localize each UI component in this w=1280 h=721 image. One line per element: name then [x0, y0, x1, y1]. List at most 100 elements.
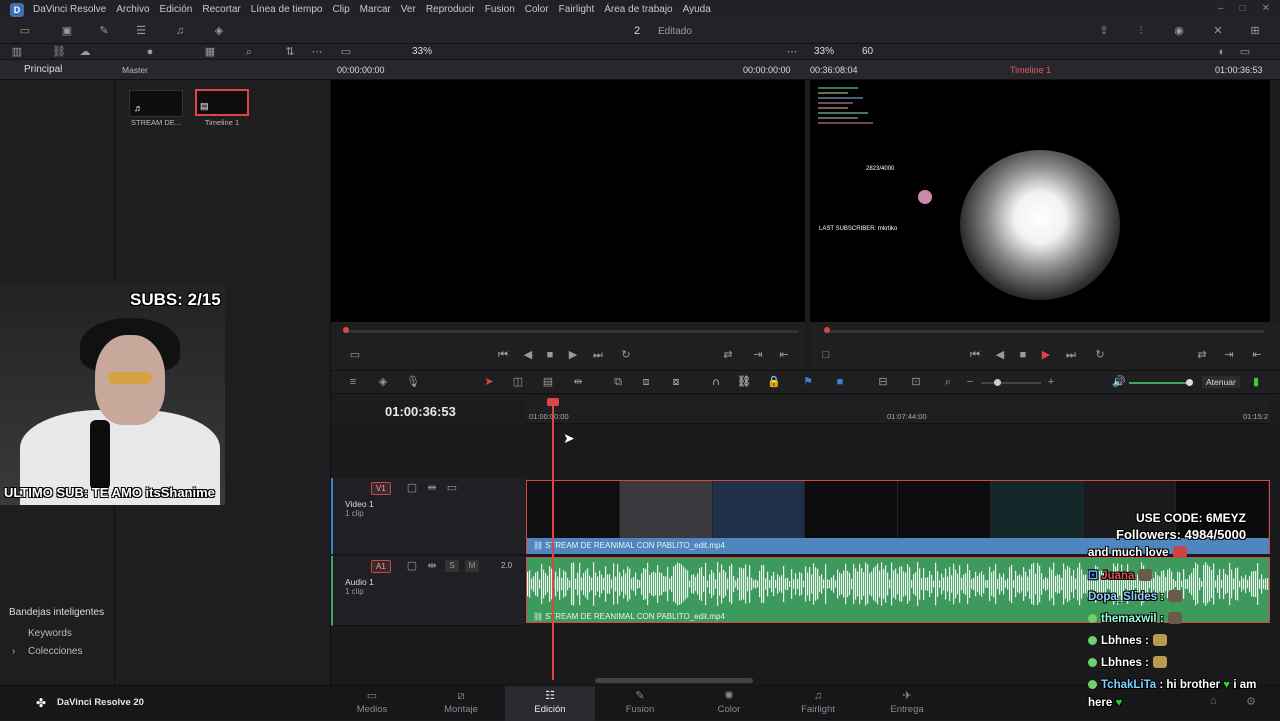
- cloud-icon[interactable]: ☁: [78, 46, 92, 58]
- audio-meter-icon[interactable]: ▮: [1249, 376, 1263, 388]
- close-icon[interactable]: ✕: [1262, 3, 1270, 14]
- insert-clip-icon[interactable]: ⧉: [611, 376, 625, 388]
- page-fairlight[interactable]: ♫ Fairlight: [773, 686, 863, 721]
- timeline-scrollbar[interactable]: [595, 678, 753, 683]
- full-zoom-icon[interactable]: ⊟: [876, 376, 890, 388]
- auto-select-icon[interactable]: ⇹: [425, 560, 439, 572]
- stop-icon[interactable]: ■: [543, 349, 557, 361]
- track-name[interactable]: Audio 1: [345, 577, 374, 587]
- viewer-mode-icon[interactable]: ▭: [348, 349, 362, 361]
- menu-ayuda[interactable]: Ayuda: [683, 4, 711, 15]
- edit-index-icon[interactable]: ✎: [97, 25, 111, 37]
- search-icon[interactable]: ⌕: [242, 46, 256, 58]
- flag-icon[interactable]: ⚑: [801, 376, 815, 388]
- menu-archivo[interactable]: Archivo: [116, 4, 149, 15]
- home-icon[interactable]: ⌂: [1210, 695, 1217, 707]
- voiceover-icon[interactable]: 🎙: [406, 376, 420, 388]
- timeline-scrub-bar[interactable]: [824, 330, 1264, 333]
- timeline-ruler[interactable]: 01:00:00:00 01:07:44:00 01:15:2: [525, 396, 1270, 424]
- smart-bin-colecciones[interactable]: Colecciones: [28, 646, 82, 657]
- timeline-selector[interactable]: Timeline 1: [1010, 65, 1051, 75]
- media-pool-icon[interactable]: ▭: [18, 25, 32, 37]
- track-visible-icon[interactable]: ▭: [445, 482, 459, 494]
- snapping-icon[interactable]: ∩: [709, 376, 723, 388]
- metadata-icon[interactable]: ◉: [1172, 25, 1186, 37]
- volume-slider-handle[interactable]: [1186, 379, 1193, 386]
- source-scrub-bar[interactable]: [343, 330, 798, 333]
- zoom-in-icon[interactable]: +: [1044, 376, 1058, 388]
- page-fusion[interactable]: ✎ Fusion: [595, 686, 685, 721]
- inspector-icon[interactable]: ◈: [212, 25, 226, 37]
- list-icon[interactable]: ☰: [134, 25, 148, 37]
- smart-bin-keywords[interactable]: Keywords: [28, 628, 72, 639]
- match-frame-icon[interactable]: ⇄: [1195, 349, 1209, 361]
- forward-end-icon[interactable]: ⏭: [591, 349, 605, 361]
- source-playhead[interactable]: [343, 327, 349, 333]
- play-reverse-icon[interactable]: ◀: [993, 349, 1007, 361]
- mark-in-icon[interactable]: ⇥: [751, 349, 765, 361]
- menu-color[interactable]: Color: [525, 4, 549, 15]
- link-icon[interactable]: ⛓: [52, 46, 66, 58]
- mark-out-icon[interactable]: ⇤: [777, 349, 791, 361]
- grid-view-icon[interactable]: ▦: [203, 46, 217, 58]
- rewind-start-icon[interactable]: ⏮: [496, 349, 510, 361]
- settings-icon[interactable]: ⚙: [1246, 695, 1256, 708]
- auto-select-icon[interactable]: ⇹: [425, 482, 439, 494]
- forward-end-icon[interactable]: ⏭: [1064, 349, 1078, 361]
- mixer-icon[interactable]: ⫶: [1134, 25, 1148, 37]
- replace-clip-icon[interactable]: ⧇: [669, 376, 683, 388]
- track-tag-v1[interactable]: V1: [371, 482, 391, 495]
- stop-icon[interactable]: ■: [1016, 349, 1030, 361]
- sound-library-icon[interactable]: ♫: [173, 25, 187, 37]
- inspector-panel-icon[interactable]: ⊞: [1248, 25, 1262, 37]
- dynamic-trim-icon[interactable]: ▤: [541, 376, 555, 388]
- zoom-slider-handle[interactable]: [994, 379, 1001, 386]
- overlay-icon[interactable]: ◈: [376, 376, 390, 388]
- linked-selection-icon[interactable]: ⛓: [737, 376, 751, 388]
- mute-icon[interactable]: M: [465, 560, 479, 572]
- custom-zoom-icon[interactable]: ⌕: [941, 376, 955, 388]
- mark-out-icon[interactable]: ⇤: [1250, 349, 1264, 361]
- thumb-size-slider[interactable]: ●: [143, 46, 157, 58]
- menu-linea-tiempo[interactable]: Línea de tiempo: [251, 4, 323, 15]
- lock-icon[interactable]: ▢: [405, 560, 419, 572]
- playhead[interactable]: [552, 399, 554, 680]
- clip-thumbnail-audio[interactable]: ♬: [129, 90, 183, 117]
- color-icon[interactable]: ◐: [1215, 46, 1229, 58]
- selection-tool-icon[interactable]: ➤: [482, 376, 496, 388]
- blade-tool-icon[interactable]: ⇹: [571, 376, 585, 388]
- effects-icon[interactable]: ▣: [60, 25, 74, 37]
- sort-icon[interactable]: ⇅: [283, 46, 297, 58]
- volume-icon[interactable]: 🔊: [1112, 376, 1126, 388]
- loop-icon[interactable]: ↻: [1093, 349, 1107, 361]
- export-icon[interactable]: ⇪: [1097, 25, 1111, 37]
- chevron-right-icon[interactable]: ›: [12, 646, 15, 657]
- page-montaje[interactable]: ⧄ Montaje: [416, 686, 506, 721]
- page-entrega[interactable]: ✈ Entrega: [862, 686, 952, 721]
- layout-icon[interactable]: ▭: [1238, 46, 1252, 58]
- mark-in-icon[interactable]: ⇥: [1222, 349, 1236, 361]
- tools-icon[interactable]: ✕: [1211, 25, 1225, 37]
- source-viewer[interactable]: [331, 80, 805, 322]
- minimize-icon[interactable]: –: [1218, 3, 1224, 14]
- play-icon[interactable]: ▶: [1039, 349, 1053, 361]
- track-tag-a1[interactable]: A1: [371, 560, 391, 573]
- menu-fairlight[interactable]: Fairlight: [559, 4, 595, 15]
- maximize-icon[interactable]: □: [1240, 3, 1246, 14]
- overwrite-clip-icon[interactable]: ⧈: [639, 376, 653, 388]
- page-edicion[interactable]: ☷ Edición: [505, 686, 595, 721]
- menu-area-trabajo[interactable]: Área de trabajo: [604, 4, 672, 15]
- menu-ver[interactable]: Ver: [401, 4, 416, 15]
- menu-reproducir[interactable]: Reproducir: [426, 4, 475, 15]
- play-icon[interactable]: ▶: [566, 349, 580, 361]
- detail-zoom-icon[interactable]: ⊡: [909, 376, 923, 388]
- zoom-slider[interactable]: [981, 382, 1041, 384]
- bin-master[interactable]: Master: [122, 65, 148, 75]
- menu-fusion[interactable]: Fusion: [485, 4, 515, 15]
- track-name[interactable]: Video 1: [345, 499, 374, 509]
- page-medios[interactable]: ▭ Medios: [327, 686, 417, 721]
- rewind-start-icon[interactable]: ⏮: [968, 349, 982, 361]
- timeline-scrub-playhead[interactable]: [824, 327, 830, 333]
- atenuar-button[interactable]: Atenuar: [1202, 376, 1240, 388]
- tl-zoom-select[interactable]: 33%: [814, 46, 834, 57]
